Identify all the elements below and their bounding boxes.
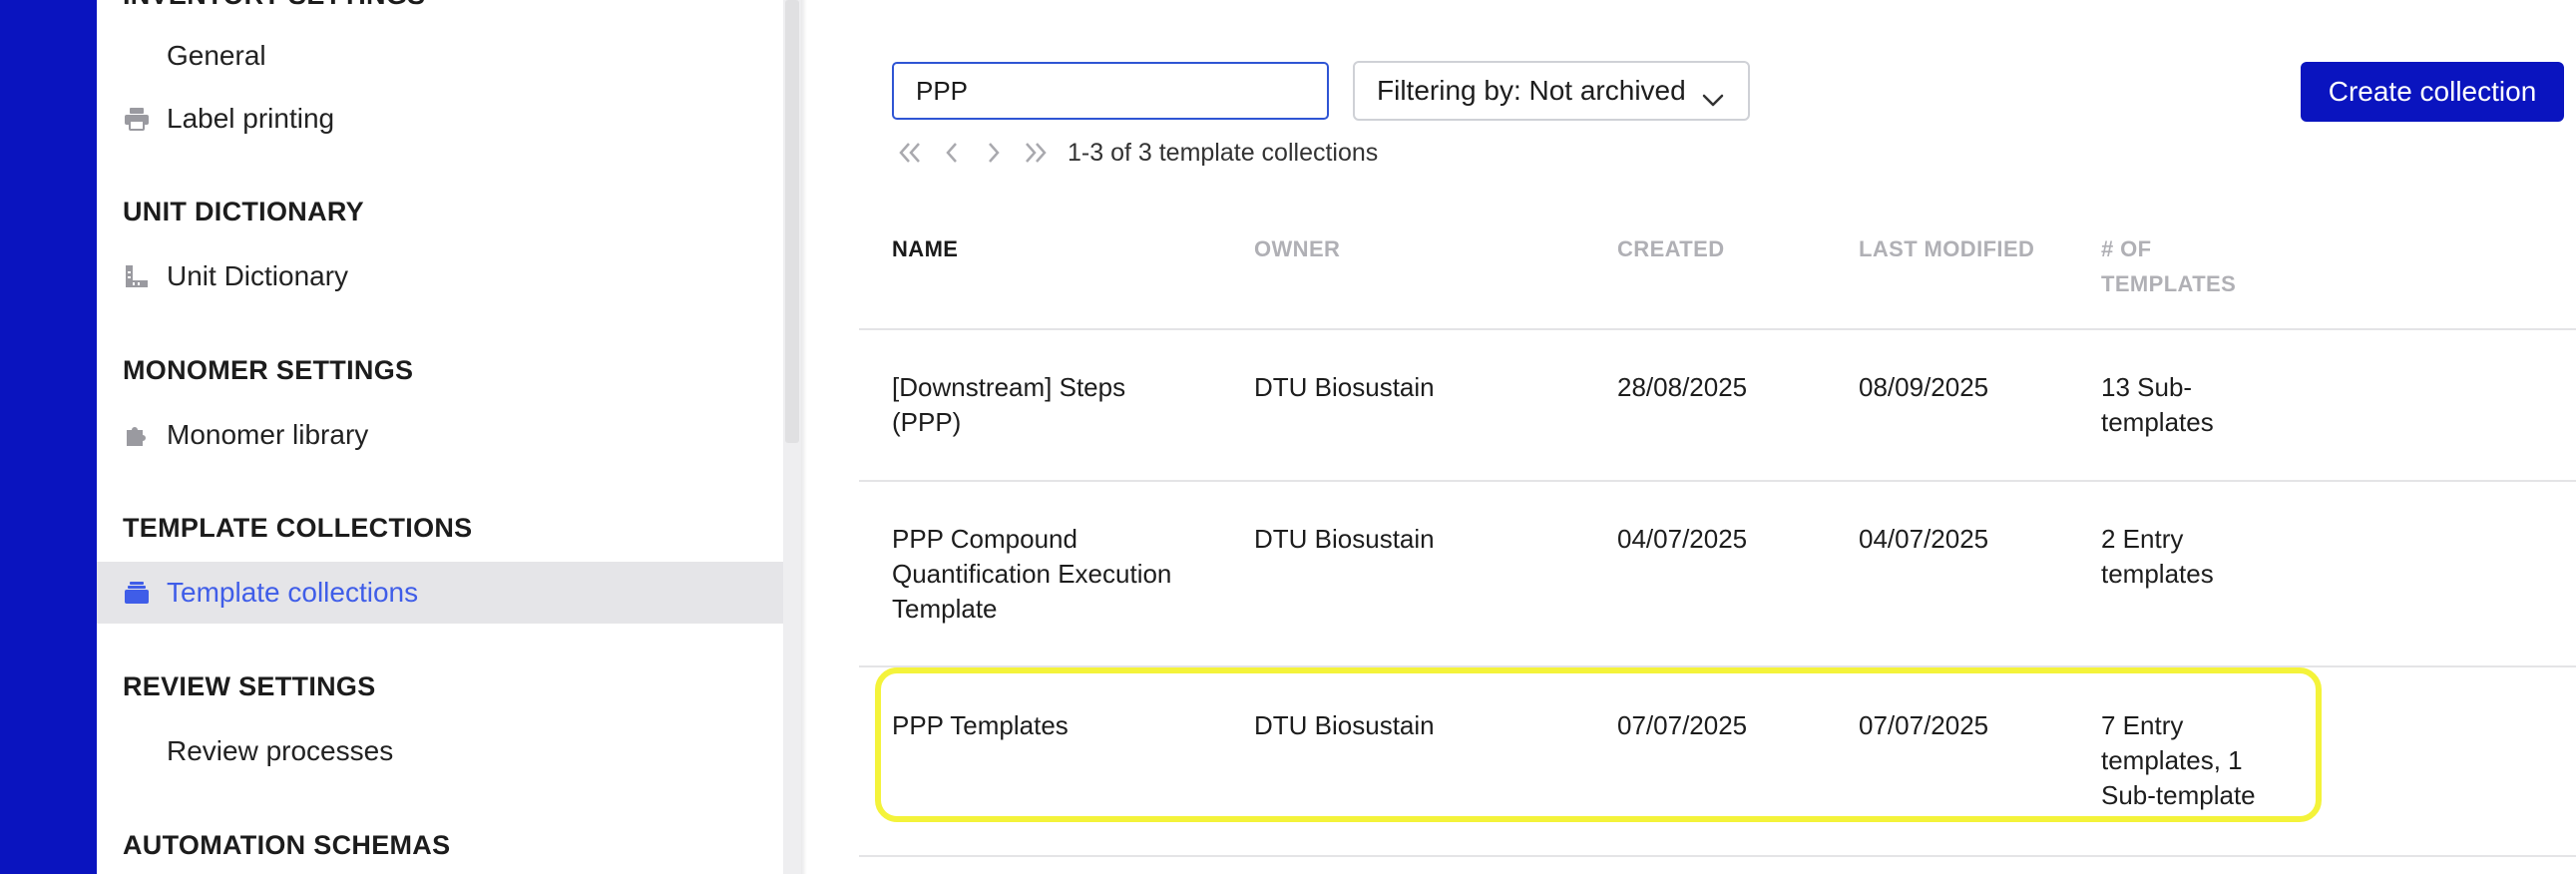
column-header-name[interactable]: NAME bbox=[892, 231, 958, 266]
cell-line: Template bbox=[892, 594, 998, 624]
last-page-icon[interactable] bbox=[1018, 136, 1054, 170]
cell-line: (PPP) bbox=[892, 407, 962, 437]
column-header-last-modified[interactable]: LAST MODIFIED bbox=[1859, 231, 2034, 266]
scrollbar-thumb[interactable] bbox=[785, 0, 799, 443]
cell-line: 13 Sub- bbox=[2101, 372, 2193, 402]
sidebar-item-label: Monomer library bbox=[167, 419, 369, 450]
stack-icon bbox=[123, 579, 151, 607]
cell-created: 07/07/2025 bbox=[1617, 710, 1748, 740]
cell-template-count: 7 Entry templates, 1 Sub-template bbox=[2101, 708, 2256, 813]
ruler-icon bbox=[123, 262, 151, 290]
cell-owner: DTU Biosustain bbox=[1254, 372, 1435, 402]
cell-line: PPP Templates bbox=[892, 710, 1069, 740]
sidebar-item-label: Template collections bbox=[167, 577, 419, 608]
cell-line: templates bbox=[2101, 559, 2214, 589]
app-rail bbox=[0, 0, 97, 874]
create-collection-button[interactable]: Create collection bbox=[2301, 62, 2564, 122]
table-row[interactable]: PPP Compound Quantification Execution Te… bbox=[859, 480, 2576, 667]
pagination-summary: 1-3 of 3 template collections bbox=[1068, 138, 1379, 167]
sidebar-item-label: Label printing bbox=[167, 103, 335, 134]
sidebar-item-general[interactable]: General bbox=[97, 25, 783, 87]
cell-created: 28/08/2025 bbox=[1617, 372, 1748, 402]
cell-line: Quantification Execution bbox=[892, 559, 1172, 589]
cell-last-modified: 08/09/2025 bbox=[1859, 372, 1989, 402]
chevron-down-icon bbox=[1702, 83, 1724, 115]
section-heading-template-collections: TEMPLATE COLLECTIONS bbox=[123, 513, 473, 543]
column-header-templates[interactable]: # OF TEMPLATES bbox=[2101, 231, 2236, 301]
cell-owner: DTU Biosustain bbox=[1254, 524, 1435, 554]
filter-label: Filtering by: Not archived bbox=[1377, 75, 1686, 106]
settings-sidebar: INVENTORY SETTINGS General Label printin… bbox=[97, 0, 783, 874]
cell-created: 04/07/2025 bbox=[1617, 524, 1748, 554]
cell-line: PPP Compound bbox=[892, 524, 1077, 554]
sidebar-item-label: Review processes bbox=[167, 735, 394, 766]
column-header-owner[interactable]: OWNER bbox=[1254, 231, 1340, 266]
cell-line: templates bbox=[2101, 407, 2214, 437]
archive-filter-dropdown[interactable]: Filtering by: Not archived bbox=[1353, 61, 1750, 121]
cell-line: templates, 1 bbox=[2101, 745, 2243, 775]
header-line: # OF bbox=[2101, 236, 2152, 261]
cell-line: [Downstream] Steps bbox=[892, 372, 1126, 402]
pagination: 1-3 of 3 template collections bbox=[892, 136, 1378, 170]
sidebar-item-label-printing[interactable]: Label printing bbox=[97, 88, 783, 150]
section-heading-unit-dictionary: UNIT DICTIONARY bbox=[123, 197, 364, 226]
cell-name[interactable]: [Downstream] Steps (PPP) bbox=[892, 370, 1125, 440]
table-row[interactable]: [Downstream] Steps (PPP) DTU Biosustain … bbox=[859, 328, 2576, 482]
search-input[interactable] bbox=[892, 62, 1329, 120]
table-row[interactable]: PPP Templates DTU Biosustain 07/07/2025 … bbox=[859, 665, 2576, 857]
cell-line: 2 Entry bbox=[2101, 524, 2184, 554]
sidebar-item-label: Unit Dictionary bbox=[167, 260, 349, 291]
sidebar-item-monomer-library[interactable]: Monomer library bbox=[97, 404, 783, 466]
sidebar-item-review-processes[interactable]: Review processes bbox=[97, 720, 783, 782]
cell-last-modified: 07/07/2025 bbox=[1859, 710, 1989, 740]
cell-template-count: 2 Entry templates bbox=[2101, 522, 2214, 592]
sidebar-scrollbar[interactable] bbox=[783, 0, 801, 874]
section-heading-inventory-settings: INVENTORY SETTINGS bbox=[123, 0, 425, 11]
header-line: TEMPLATES bbox=[2101, 271, 2237, 296]
section-heading-review-settings: REVIEW SETTINGS bbox=[123, 671, 376, 701]
printer-icon bbox=[123, 105, 151, 133]
previous-page-icon[interactable] bbox=[934, 136, 970, 170]
cell-line: Sub-template bbox=[2101, 780, 2256, 810]
cell-owner: DTU Biosustain bbox=[1254, 710, 1435, 740]
puzzle-icon bbox=[123, 421, 151, 449]
main-content: Filtering by: Not archived Create collec… bbox=[807, 0, 2576, 874]
sidebar-item-template-collections[interactable]: Template collections bbox=[97, 562, 783, 624]
section-heading-monomer-settings: MONOMER SETTINGS bbox=[123, 355, 414, 385]
section-heading-automation-schemas: AUTOMATION SCHEMAS bbox=[123, 830, 451, 860]
cell-template-count: 13 Sub- templates bbox=[2101, 370, 2214, 440]
cell-last-modified: 04/07/2025 bbox=[1859, 524, 1989, 554]
cell-name[interactable]: PPP Compound Quantification Execution Te… bbox=[892, 522, 1171, 627]
sidebar-item-unit-dictionary[interactable]: Unit Dictionary bbox=[97, 245, 783, 307]
column-header-created[interactable]: CREATED bbox=[1617, 231, 1725, 266]
cell-line: 7 Entry bbox=[2101, 710, 2184, 740]
sidebar-item-label: General bbox=[167, 40, 266, 71]
first-page-icon[interactable] bbox=[892, 136, 928, 170]
next-page-icon[interactable] bbox=[976, 136, 1012, 170]
cell-name[interactable]: PPP Templates bbox=[892, 708, 1069, 743]
